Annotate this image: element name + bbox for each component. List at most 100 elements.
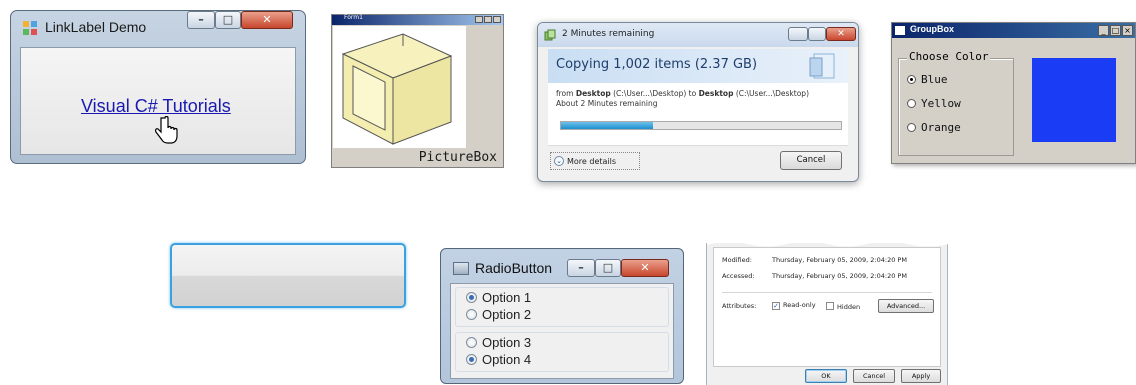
more-details-button[interactable]: ⌄ More details	[550, 152, 640, 170]
groupbox-window: GroupBox _ □ × Choose Color Blue Yellow …	[891, 22, 1136, 164]
radio-group-1: Option 1 Option 2	[455, 287, 669, 327]
picture-box	[333, 26, 466, 148]
app-icon	[895, 26, 905, 35]
ok-button[interactable]: OK	[805, 369, 847, 383]
copy-source-dest: from Desktop (C:\User...\Desktop) to Des…	[556, 89, 809, 98]
copy-header: Copying 1,002 items (2.37 GB)	[548, 49, 848, 83]
window-client-area: Option 1 Option 2 Option 3 Option 4	[450, 283, 674, 379]
modified-label: Modified:	[722, 256, 752, 264]
chevron-down-icon: ⌄	[554, 156, 564, 166]
window-title: GroupBox	[910, 24, 954, 34]
radio-indicator	[466, 292, 477, 303]
radio-yellow[interactable]: Yellow	[907, 97, 961, 110]
radio-indicator	[466, 337, 477, 348]
blank-button[interactable]	[170, 243, 406, 308]
maximize-button[interactable]: □	[1110, 25, 1121, 36]
to-location: Desktop	[698, 89, 734, 98]
apply-button[interactable]: Apply	[901, 369, 941, 383]
app-icon	[23, 21, 37, 35]
from-path: (C:\User...\Desktop)	[610, 89, 687, 98]
radio-orange[interactable]: Orange	[907, 121, 961, 134]
more-details-label: More details	[567, 157, 617, 166]
radio-indicator	[466, 354, 477, 365]
from-location: Desktop	[575, 89, 611, 98]
close-icon: ✕	[640, 261, 650, 274]
minimize-icon: –	[198, 13, 204, 26]
attributes-label: Attributes:	[722, 302, 757, 310]
link-label[interactable]: Visual C# Tutorials	[81, 96, 231, 117]
copy-heading: Copying 1,002 items (2.37 GB)	[556, 57, 758, 72]
time-remaining: About 2 Minutes remaining	[556, 99, 658, 108]
close-icon: ✕	[262, 13, 272, 26]
accessed-value: Thursday, February 05, 2009, 2:04:20 PM	[772, 272, 907, 280]
close-button[interactable]: ×	[1122, 25, 1133, 36]
color-swatch	[1032, 58, 1116, 142]
close-button[interactable]: ✕	[826, 27, 856, 41]
window-title: 2 Minutes remaining	[562, 29, 655, 39]
radio-label: Option 2	[482, 307, 532, 322]
copy-body: from Desktop (C:\User...\Desktop) to Des…	[548, 83, 848, 145]
copy-icon	[544, 29, 556, 41]
modified-value: Thursday, February 05, 2009, 2:04:20 PM	[772, 256, 907, 264]
folder-animation-icon	[809, 53, 835, 79]
picturebox-window: Form1 PictureBox	[331, 14, 504, 168]
minimize-button[interactable]: –	[187, 11, 215, 29]
maximize-button[interactable]	[484, 16, 492, 23]
progress-bar	[560, 121, 842, 130]
to-prefix: to	[686, 89, 699, 98]
radio-indicator	[466, 309, 477, 320]
radio-label: Option 4	[482, 352, 532, 367]
readonly-checkbox[interactable]: ✓ Read-only	[772, 301, 816, 310]
hand-cursor-icon	[155, 116, 178, 144]
window-title: LinkLabel Demo	[45, 19, 147, 35]
radio-option-1[interactable]: Option 1	[466, 290, 531, 305]
cancel-button[interactable]: Cancel	[780, 151, 842, 170]
advanced-button[interactable]: Advanced...	[878, 299, 934, 313]
minimize-button[interactable]	[788, 27, 808, 41]
properties-panel: Modified: Thursday, February 05, 2009, 2…	[713, 247, 941, 367]
radio-label: Blue	[921, 73, 948, 86]
radio-blue[interactable]: Blue	[907, 73, 948, 86]
progress-fill	[561, 122, 654, 129]
radio-option-4[interactable]: Option 4	[466, 352, 531, 367]
dialog-footer: ⌄ More details Cancel	[548, 145, 848, 176]
radiobutton-window: RadioButton – □ ✕ Option 1 Option 2 Opti…	[440, 248, 684, 384]
close-button[interactable]	[493, 16, 501, 23]
hidden-label: Hidden	[837, 303, 861, 311]
maximize-button[interactable]: □	[595, 259, 621, 277]
close-button[interactable]: ✕	[241, 11, 293, 29]
copy-progress-dialog: 2 Minutes remaining ✕ Copying 1,002 item…	[537, 22, 859, 182]
3d-box-drawing	[341, 33, 453, 145]
radio-label: Orange	[921, 121, 961, 134]
radio-indicator	[907, 123, 916, 132]
minimize-button[interactable]: _	[1098, 25, 1109, 36]
title-bar: 2 Minutes remaining ✕	[538, 23, 858, 47]
maximize-button[interactable]: □	[215, 11, 241, 29]
radio-option-3[interactable]: Option 3	[466, 335, 531, 350]
maximize-icon: □	[602, 261, 614, 274]
window-title: RadioButton	[475, 260, 553, 276]
minimize-button[interactable]	[475, 16, 483, 23]
linklabel-demo-window: LinkLabel Demo – □ ✕ Visual C# Tutorials	[10, 10, 306, 164]
group-label: Choose Color	[907, 50, 991, 63]
close-button[interactable]: ✕	[621, 259, 669, 277]
hidden-checkbox[interactable]: Hidden	[826, 301, 860, 311]
minimize-button[interactable]: –	[567, 259, 595, 277]
radio-label: Yellow	[921, 97, 961, 110]
accessed-label: Accessed:	[722, 272, 755, 280]
picturebox-label: PictureBox	[418, 150, 497, 165]
title-bar: GroupBox _ □ ×	[892, 23, 1135, 38]
radio-indicator	[907, 75, 916, 84]
properties-dialog: Modified: Thursday, February 05, 2009, 2…	[706, 239, 949, 385]
radio-label: Option 3	[482, 335, 532, 350]
window-client-area: Visual C# Tutorials	[20, 47, 296, 155]
maximize-button[interactable]	[808, 27, 826, 41]
radio-indicator	[907, 99, 916, 108]
color-group-box: Choose Color Blue Yellow Orange	[898, 50, 1014, 156]
title-bar: Form1	[332, 14, 503, 25]
cancel-button[interactable]: Cancel	[853, 369, 895, 383]
radio-option-2[interactable]: Option 2	[466, 307, 531, 322]
close-icon: ✕	[837, 29, 845, 39]
to-path: (C:\User...\Desktop)	[733, 89, 809, 98]
maximize-icon: □	[222, 13, 234, 26]
